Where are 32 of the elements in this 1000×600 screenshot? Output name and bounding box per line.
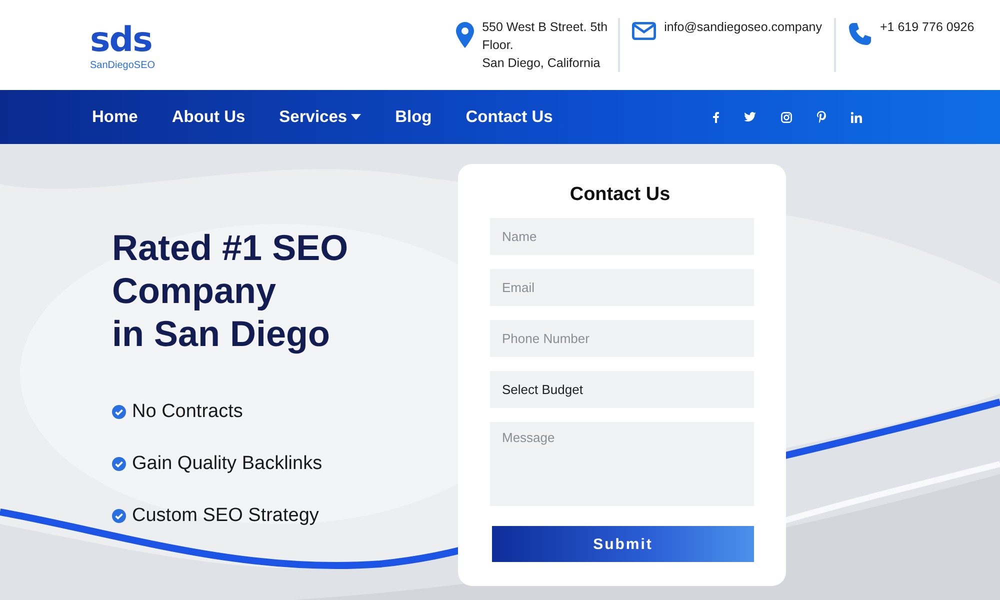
input-field[interactable]: Phone Number bbox=[490, 320, 754, 357]
pinterest-icon[interactable] bbox=[816, 111, 826, 123]
budget-select[interactable]: Select Budget bbox=[490, 371, 754, 408]
hero-heading: Rated #1 SEO Company in San Diego bbox=[112, 226, 350, 355]
input-field[interactable]: Name bbox=[490, 218, 754, 255]
facebook-icon[interactable] bbox=[712, 112, 719, 122]
nav-link[interactable]: Services bbox=[279, 108, 362, 126]
nav-link[interactable]: Home bbox=[92, 108, 138, 126]
logo-mark[interactable]: sds bbox=[90, 20, 156, 60]
address-text: 550 West B Street. 5th Floor. San Diego, California bbox=[482, 19, 608, 72]
feature-text: No Contracts bbox=[132, 401, 243, 423]
check-circle-icon bbox=[112, 509, 126, 523]
check-circle-icon bbox=[112, 405, 126, 419]
feature-text: Gain Quality Backlinks bbox=[132, 453, 322, 475]
phone-text: +1 619 776 0926 bbox=[880, 19, 974, 36]
message-field[interactable]: Message bbox=[490, 422, 754, 506]
linkedin-icon[interactable] bbox=[850, 112, 862, 122]
map-pin-icon bbox=[456, 22, 474, 48]
nav-link[interactable]: Blog bbox=[395, 108, 432, 126]
envelope-icon bbox=[632, 22, 656, 40]
nav-link[interactable]: About Us bbox=[172, 108, 246, 126]
check-circle-icon bbox=[112, 457, 126, 471]
email-text: info@sandiegoseo.company bbox=[664, 19, 822, 36]
input-field[interactable]: Email bbox=[490, 269, 754, 306]
feature-text: Custom SEO Strategy bbox=[132, 505, 319, 527]
form-title: Contact Us bbox=[568, 184, 672, 206]
phone-icon bbox=[848, 22, 872, 46]
nav-link[interactable]: Contact Us bbox=[466, 108, 553, 126]
logo-tagline: SanDiegoSEO bbox=[90, 60, 156, 70]
instagram-icon[interactable] bbox=[780, 112, 792, 122]
submit-button[interactable]: Submit bbox=[492, 526, 754, 562]
twitter-icon[interactable] bbox=[744, 112, 756, 122]
